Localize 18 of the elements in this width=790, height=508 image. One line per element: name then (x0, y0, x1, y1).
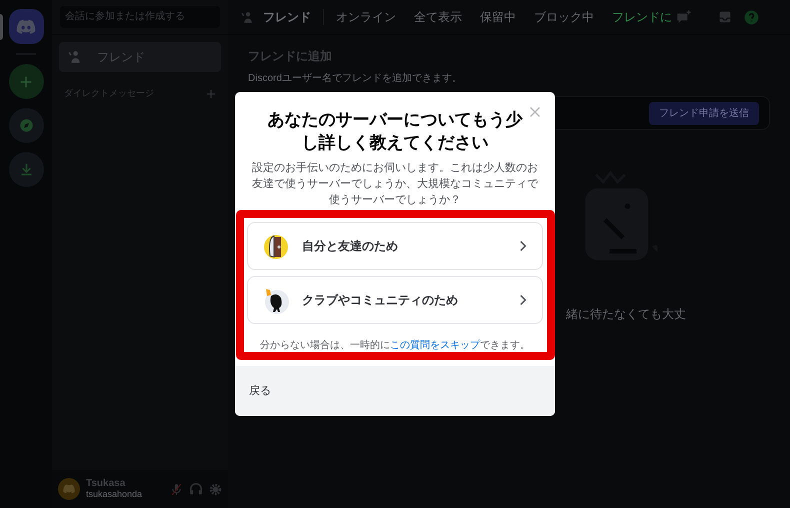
empty-state-text: 緒に待たなくても大丈 (566, 306, 686, 323)
tab[interactable]: ブロック中 (534, 8, 594, 26)
description: Discordユーザー名でフレンドを追加できます。 (248, 72, 463, 86)
modal-description: 設定のお手伝いのためにお伺いします。これは少人数のお友達で使うサーバーでしょうか、大規模なコミュニティで使うサーバーでしょうか？ (251, 160, 540, 208)
tab[interactable]: 全て表示 (414, 8, 462, 26)
tab[interactable]: 保留中 (480, 8, 516, 26)
modal-title: あなたのサーバーについてもう少し詳しく教えてください (266, 109, 524, 154)
option-button[interactable]: クラブやコミュニティのため (247, 276, 543, 324)
tab[interactable]: オンライン (336, 8, 396, 26)
skip-text: 分からない場合は、一時的にこの質問をスキップできます。 (259, 338, 531, 353)
skip-link[interactable]: この質問をスキップ (390, 340, 480, 351)
user-tag: tsukasahonda (86, 489, 164, 500)
user-name: Tsukasa (86, 478, 126, 489)
send-request-button[interactable]: フレンド申請を送信 (649, 102, 759, 124)
header-title: フレンド (263, 9, 311, 26)
option-button[interactable]: 自分と友達のため (247, 222, 543, 270)
add-friend-tab[interactable]: フレンドに (612, 8, 672, 26)
back-button[interactable]: 戻る (249, 382, 271, 400)
